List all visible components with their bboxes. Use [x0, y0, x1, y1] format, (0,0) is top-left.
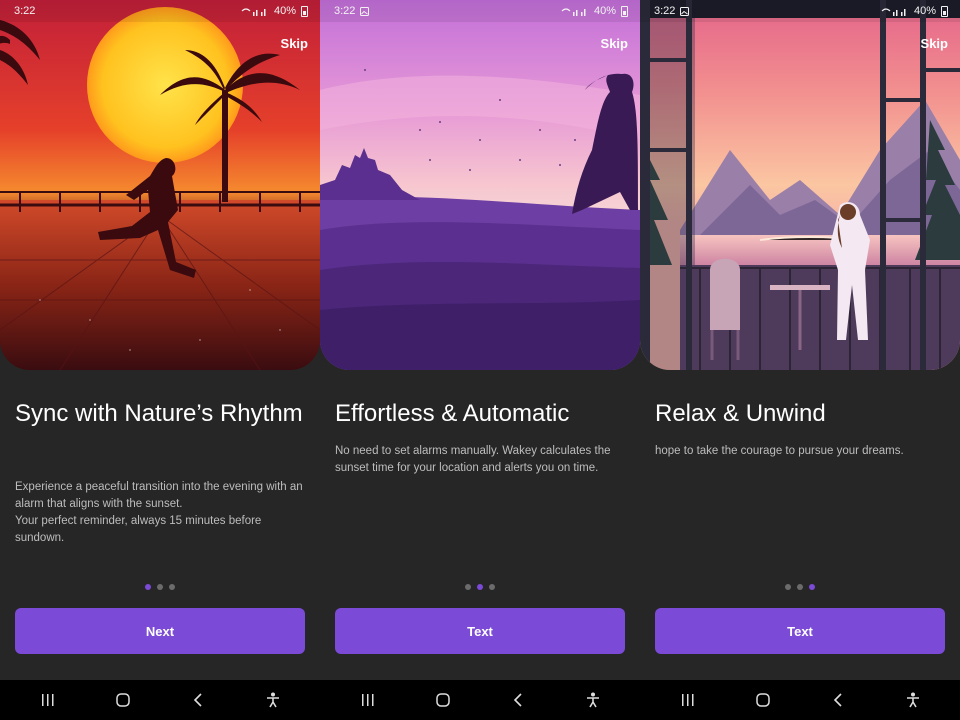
recent-apps-icon[interactable] — [671, 683, 705, 717]
hero-image-purple-dusk — [320, 0, 640, 370]
screen-description: hope to take the courage to pursue your … — [655, 443, 947, 460]
image-notification-icon — [680, 6, 690, 16]
skip-button[interactable]: Skip — [281, 36, 308, 51]
accessibility-icon[interactable] — [256, 683, 290, 717]
description-line: hope to take the courage to pursue your … — [655, 445, 904, 457]
page-dot-active — [809, 584, 815, 590]
recent-apps-icon[interactable] — [31, 683, 65, 717]
onboarding-screen-1: 3:22 40% Skip Sync with Nature’s Rhythm … — [0, 0, 320, 720]
page-dot-active — [145, 584, 151, 590]
onboarding-screen-3: 3:22 40% Skip Relax & Unwind hope to tak… — [640, 0, 960, 720]
home-icon[interactable] — [746, 683, 780, 717]
page-dot — [489, 584, 495, 590]
hero-image-balcony-lake — [640, 0, 960, 370]
screen-description: Experience a peaceful transition into th… — [15, 479, 307, 547]
status-bar: 3:22 40% — [640, 0, 960, 22]
accessibility-icon[interactable] — [896, 683, 930, 717]
signal-icons — [241, 7, 269, 16]
skip-button[interactable]: Skip — [601, 36, 628, 51]
onboarding-screen-2: 3:22 40% Skip Effortless & Automatic No … — [320, 0, 640, 720]
battery-percent: 40% — [913, 5, 936, 17]
battery-icon — [941, 5, 948, 17]
purple-dusk-woman-illustration — [320, 0, 640, 370]
recent-apps-icon[interactable] — [351, 683, 385, 717]
page-dot — [785, 584, 791, 590]
battery-icon — [301, 5, 308, 17]
page-dot — [465, 584, 471, 590]
balcony-lake-sunset-illustration — [640, 0, 960, 370]
page-dot — [797, 584, 803, 590]
signal-icons — [561, 7, 589, 16]
battery-percent: 40% — [593, 5, 616, 17]
back-icon[interactable] — [181, 683, 215, 717]
screen-title: Effortless & Automatic — [335, 400, 570, 427]
page-dot — [157, 584, 163, 590]
system-nav-bar — [0, 680, 320, 720]
next-button[interactable]: Next — [15, 608, 305, 654]
page-indicator — [640, 584, 960, 590]
image-notification-icon — [360, 6, 370, 16]
screen-title: Relax & Unwind — [655, 400, 826, 427]
battery-percent: 40% — [273, 5, 296, 17]
sunset-runner-illustration — [0, 0, 320, 370]
screen-title: Sync with Nature’s Rhythm — [15, 400, 303, 427]
screen-description: No need to set alarms manually. Wakey ca… — [335, 443, 627, 477]
status-time: 3:22 — [14, 5, 36, 17]
page-dot-active — [477, 584, 483, 590]
status-bar: 3:22 40% — [320, 0, 640, 22]
system-nav-bar — [320, 680, 640, 720]
hero-image-sunset-runner — [0, 0, 320, 370]
home-icon[interactable] — [106, 683, 140, 717]
signal-icons — [881, 7, 909, 16]
back-icon[interactable] — [821, 683, 855, 717]
page-dot — [169, 584, 175, 590]
home-icon[interactable] — [426, 683, 460, 717]
status-time: 3:22 — [654, 5, 676, 17]
text-button[interactable]: Text — [655, 608, 945, 654]
back-icon[interactable] — [501, 683, 535, 717]
skip-button[interactable]: Skip — [921, 36, 948, 51]
text-button[interactable]: Text — [335, 608, 625, 654]
page-indicator — [0, 584, 320, 590]
page-indicator — [320, 584, 640, 590]
description-line: Experience a peaceful transition into th… — [15, 481, 303, 510]
description-line: No need to set alarms manually. Wakey ca… — [335, 445, 611, 474]
status-bar: 3:22 40% — [0, 0, 320, 22]
onboarding-screens: 3:22 40% Skip Sync with Nature’s Rhythm … — [0, 0, 960, 720]
description-line: Your perfect reminder, always 15 minutes… — [15, 515, 262, 544]
battery-icon — [621, 5, 628, 17]
status-time: 3:22 — [334, 5, 356, 17]
system-nav-bar — [640, 680, 960, 720]
accessibility-icon[interactable] — [576, 683, 610, 717]
